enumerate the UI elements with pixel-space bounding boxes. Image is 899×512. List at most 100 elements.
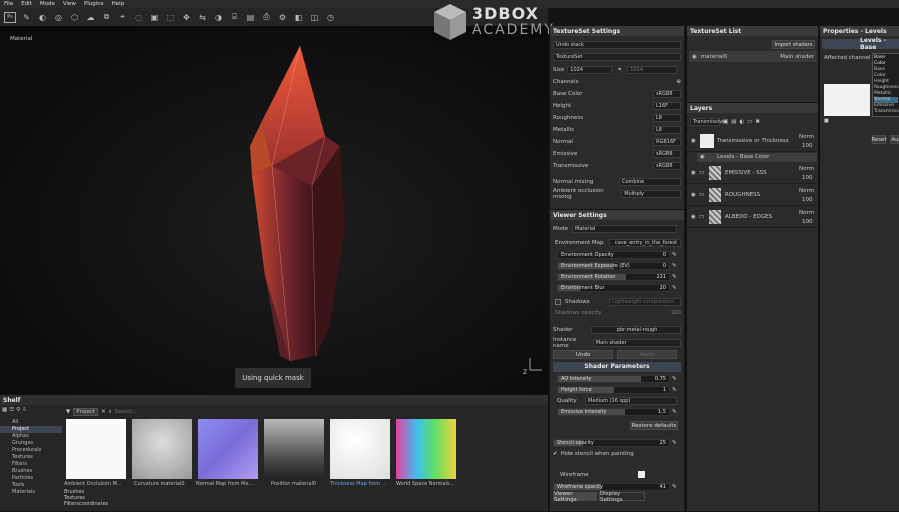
restore-defaults-button[interactable]: Restore defaults [630, 421, 678, 430]
undo-button[interactable]: Undo [553, 350, 613, 359]
add-mask-icon[interactable]: ◐ [739, 119, 744, 125]
layer-row[interactable]: ◉ ▭ EMISSIVE - SSS Norm 100 [687, 163, 819, 184]
render-icon[interactable]: ▤ [245, 12, 256, 23]
layer-opacity[interactable]: 100 [802, 175, 813, 181]
camera-icon[interactable]: ⌸ [229, 12, 240, 23]
import-shaders-button[interactable]: Import shaders [772, 40, 815, 49]
menu-view[interactable]: View [63, 1, 76, 7]
filter-icon[interactable]: ⚲ [16, 407, 20, 417]
size-dropdown[interactable]: 1024 [567, 65, 613, 74]
channel-format[interactable]: sRGB8 [653, 161, 681, 170]
menu-file[interactable]: File [4, 1, 13, 7]
visibility-icon[interactable]: ◉ [692, 54, 697, 60]
env-map-selector[interactable]: cave_entry_in_the_forest [609, 238, 681, 247]
edit-icon[interactable]: ✎ [672, 387, 677, 393]
layer-blend[interactable]: Norm [799, 210, 814, 216]
mask-icon[interactable]: ◑ [213, 12, 224, 23]
add-channel-icon[interactable]: ⊕ [676, 79, 681, 85]
levels-histogram[interactable] [824, 84, 870, 116]
layer-row[interactable]: ◉ ▭ ROUGHNESS Norm 100 [687, 185, 819, 206]
photoshop-icon[interactable]: Ps [4, 11, 16, 23]
layer-opacity[interactable]: 100 [802, 197, 813, 203]
channel-format[interactable]: L16F [653, 101, 681, 110]
textureset-shader[interactable]: Main shader [780, 54, 814, 60]
layer-name[interactable]: Transmissive or Thickness [717, 138, 789, 144]
height-force-slider[interactable]: Height force 1 [557, 385, 670, 394]
subcategory-item[interactable]: Filterscoordinates [64, 501, 108, 507]
redo-button[interactable]: Redo [617, 350, 677, 359]
link-icon[interactable]: ⚭ [615, 65, 624, 74]
selection-icon[interactable]: ⬚ [165, 12, 176, 23]
layer-blend[interactable]: Norm [799, 188, 814, 194]
3d-viewport[interactable] [0, 26, 548, 394]
textureset-field[interactable]: TextureSet [553, 52, 681, 61]
reset-button[interactable]: Reset [871, 135, 887, 144]
shelf-thumb-curvature[interactable] [132, 419, 192, 479]
dropdown-option[interactable]: Base Color [874, 67, 898, 79]
layer-row[interactable]: ◉ ▭ ALBEDO - EDGES Norm 100 [687, 207, 819, 228]
instance-name-field[interactable]: Main shader [592, 338, 681, 347]
clear-filter-icon[interactable]: ✕ [101, 409, 106, 415]
shelf-thumb-position[interactable] [264, 419, 324, 479]
category-item[interactable]: Procedurals [0, 447, 62, 454]
mode-dropdown[interactable]: Material [572, 224, 677, 233]
edit-icon[interactable]: ✎ [672, 376, 677, 382]
picker-icon[interactable]: ⌖ [117, 12, 128, 23]
layer-name[interactable]: EMISSIVE - SSS [725, 170, 767, 176]
lasso-icon[interactable]: ◌ [133, 12, 144, 23]
emissive-intensity-slider[interactable]: Emissive Intensity 1.5 [557, 407, 670, 416]
category-item[interactable]: All [0, 419, 62, 426]
shadows-checkbox[interactable] [555, 298, 561, 305]
channel-format[interactable]: sRGB8 [653, 89, 681, 98]
project-filter-tag[interactable]: Project [73, 408, 99, 416]
grid-view-icon[interactable]: ▦ [2, 407, 7, 417]
quality-dropdown[interactable]: Medium (16 spp) [585, 396, 677, 405]
shadows-opacity-value[interactable]: 100 [671, 310, 682, 316]
shelf-thumb-ao[interactable] [66, 419, 126, 479]
channel-format[interactable]: RGB16F [653, 137, 681, 146]
channel-format[interactable]: L8 [653, 113, 681, 122]
import-icon[interactable]: ⇩ [22, 407, 27, 417]
layer-blend[interactable]: Norm [799, 166, 814, 172]
layer-name[interactable]: ALBEDO - EDGES [725, 214, 772, 220]
edit-icon[interactable]: ✎ [672, 484, 677, 490]
env-opacity-slider[interactable]: Environment Opacity 0 [557, 250, 670, 259]
edit-icon[interactable]: ✎ [672, 252, 677, 258]
visibility-icon[interactable]: ◉ [700, 154, 705, 160]
shader-parameters-header[interactable]: Shader Parameters [553, 361, 681, 372]
wireframe-opacity-slider[interactable]: Wireframe opacity 41 [553, 482, 670, 491]
shader-selector[interactable]: pbr-metal-rough [591, 325, 681, 334]
eraser-icon[interactable]: ◐ [37, 12, 48, 23]
category-item[interactable]: Alphas [0, 433, 62, 440]
screenshot-icon[interactable]: ⎙ [261, 12, 272, 23]
layer-opacity[interactable]: 100 [802, 219, 813, 225]
shelf-thumb-normal[interactable] [198, 419, 258, 479]
brush-icon[interactable]: ✎ [21, 12, 32, 23]
smudge-icon[interactable]: ☁ [85, 12, 96, 23]
layer-blend[interactable]: Norm [799, 134, 814, 140]
category-item[interactable]: Brushes [0, 468, 62, 475]
fill-icon[interactable]: ▣ [149, 12, 160, 23]
add-folder-icon[interactable]: ▭ [747, 119, 752, 125]
category-item[interactable]: Particles [0, 475, 62, 482]
category-item[interactable]: Tools [0, 482, 62, 489]
category-item[interactable]: Grunges [0, 440, 62, 447]
layer-name[interactable]: ROUGHNESS [725, 192, 760, 198]
normal-mixing-dropdown[interactable]: Combine [619, 177, 681, 186]
stencil-opacity-slider[interactable]: Stencil opacity 25 [553, 438, 670, 447]
settings-icon[interactable]: ⚙ [277, 12, 288, 23]
channel-dropdown-list[interactable]: Base Color Base Color Height Roughness M… [872, 53, 899, 117]
ao-intensity-slider[interactable]: AO Intensity 0.75 [557, 374, 670, 383]
display-icon[interactable]: ◧ [293, 12, 304, 23]
menu-plugins[interactable]: Plugins [84, 1, 104, 7]
env-blur-slider[interactable]: Environment Blur 20 [557, 283, 670, 292]
menu-edit[interactable]: Edit [21, 1, 32, 7]
channel-format[interactable]: L8 [653, 125, 681, 134]
edit-icon[interactable]: ✎ [672, 440, 677, 446]
channel-format[interactable]: sRGB8 [653, 149, 681, 158]
add-fill-icon[interactable]: ▤ [731, 119, 736, 125]
edit-icon[interactable]: ✎ [672, 263, 677, 269]
levels-effect-row[interactable]: ◉ Levels - Base Color [697, 153, 817, 162]
textureset-name[interactable]: material0 [701, 54, 727, 60]
menu-help[interactable]: Help [112, 1, 125, 7]
